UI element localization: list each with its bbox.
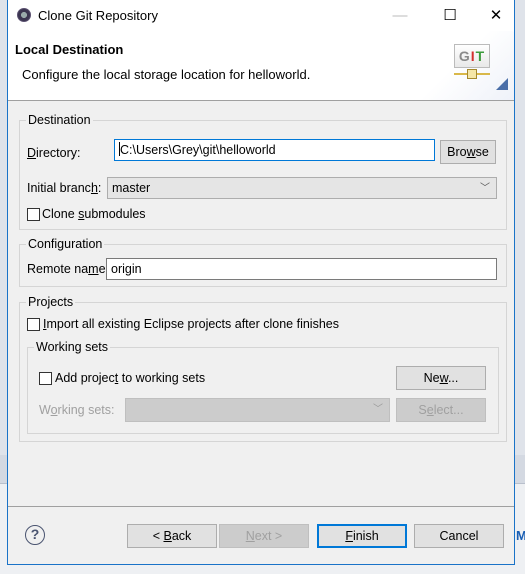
- import-projects-label[interactable]: Import all existing Eclipse projects aft…: [43, 317, 339, 331]
- browse-button[interactable]: Browse: [440, 140, 496, 164]
- browse-label-pre: Bro: [447, 145, 467, 159]
- working-sets-label-pre: W: [39, 403, 51, 417]
- add-to-working-sets-label-pre: Add projec: [55, 371, 115, 385]
- eclipse-app-icon: [17, 8, 31, 22]
- window-title: Clone Git Repository: [38, 8, 158, 23]
- initial-branch-label: Initial branch:: [27, 181, 101, 195]
- new-label-post: ...: [447, 371, 459, 385]
- clone-submodules-checkbox[interactable]: [27, 208, 40, 221]
- directory-label-mnemonic: D: [27, 146, 37, 160]
- page-title: Local Destination: [15, 42, 124, 57]
- remote-name-label-pre: Remote na: [27, 262, 89, 276]
- chevron-down-icon: ﹀: [480, 183, 490, 194]
- maximize-button[interactable]: ☐: [428, 0, 472, 31]
- select-label-mnemonic: e: [426, 403, 434, 417]
- wizard-header: Local Destination Configure the local st…: [8, 31, 514, 101]
- working-sets-label-post: rking sets:: [57, 403, 115, 417]
- select-label-post: lect...: [433, 403, 464, 417]
- cancel-button[interactable]: Cancel: [414, 524, 504, 548]
- new-label-mnemonic: w: [439, 371, 448, 385]
- working-sets-label: Working sets:: [39, 403, 115, 417]
- working-sets-label-mnemonic: o: [50, 403, 58, 417]
- directory-value: C:\Users\Grey\git\helloworld: [120, 143, 276, 157]
- new-label-pre: Ne: [423, 371, 440, 385]
- select-label-pre: S: [418, 403, 427, 417]
- clone-submodules-label[interactable]: Clone submodules: [42, 207, 146, 221]
- git-logo-node: [467, 69, 477, 79]
- remote-name-input[interactable]: origin: [106, 258, 497, 280]
- git-logo-t: T: [475, 48, 486, 64]
- next-label-post: ext >: [254, 529, 283, 543]
- page-description: Configure the local storage location for…: [22, 67, 311, 82]
- minimize-button[interactable]: —: [378, 0, 422, 31]
- clone-submodules-label-pre: Clone: [42, 207, 79, 221]
- next-label-mnemonic: N: [245, 529, 255, 543]
- remote-name-label-mnemonic: m: [88, 262, 99, 276]
- git-logo-corner: [496, 78, 508, 90]
- directory-label: Directory:: [27, 146, 80, 160]
- initial-branch-label-pre: Initial branc: [27, 181, 91, 195]
- remote-name-value: origin: [111, 262, 142, 276]
- remote-name-label: Remote name:: [27, 262, 109, 276]
- working-sets-group-label: Working sets: [34, 340, 111, 354]
- title-bar[interactable]: Clone Git Repository — ☐ ✕: [8, 0, 514, 31]
- clone-submodules-label-post: ubmodules: [84, 207, 146, 221]
- import-projects-label-text: mport all existing Eclipse projects afte…: [46, 317, 339, 331]
- select-working-sets-button[interactable]: Select...: [396, 398, 486, 422]
- new-working-set-button[interactable]: New...: [396, 366, 486, 390]
- browse-label-post: se: [475, 145, 489, 159]
- back-label-mnemonic: B: [163, 529, 172, 543]
- add-to-working-sets-label[interactable]: Add project to working sets: [55, 371, 205, 385]
- add-to-working-sets-checkbox[interactable]: [39, 372, 52, 385]
- git-logo-icon: GIT: [454, 44, 490, 68]
- destination-group-label: Destination: [26, 113, 93, 127]
- back-label-post: ack: [171, 529, 192, 543]
- initial-branch-value: master: [112, 181, 151, 195]
- initial-branch-label-post: :: [97, 181, 102, 195]
- initial-branch-select[interactable]: master ﹀: [107, 177, 497, 199]
- close-button[interactable]: ✕: [474, 0, 518, 31]
- back-label-pre: <: [152, 529, 164, 543]
- configuration-group-label: Configuration: [26, 237, 105, 251]
- back-button[interactable]: < Back: [127, 524, 217, 548]
- git-logo-g: G: [458, 48, 471, 64]
- directory-label-text: irectory:: [36, 146, 81, 160]
- next-button[interactable]: Next >: [219, 524, 309, 548]
- working-sets-select[interactable]: ﹀: [125, 398, 390, 422]
- initial-branch-label-mnemonic: h: [90, 181, 98, 195]
- import-projects-checkbox[interactable]: [27, 318, 40, 331]
- background-app-text: M: [516, 528, 525, 543]
- projects-group-label: Projects: [26, 295, 76, 309]
- finish-button[interactable]: Finish: [317, 524, 407, 548]
- finish-label-post: inish: [352, 529, 379, 543]
- add-to-working-sets-label-post: to working sets: [118, 371, 206, 385]
- chevron-down-icon: ﹀: [373, 404, 383, 415]
- finish-label-mnemonic: F: [345, 529, 353, 543]
- help-icon[interactable]: ?: [25, 525, 45, 545]
- browse-label-mnemonic: w: [466, 145, 476, 159]
- clone-git-repository-dialog: Clone Git Repository — ☐ ✕ Local Destina…: [7, 0, 515, 565]
- footer-separator: [8, 506, 514, 507]
- directory-input[interactable]: C:\Users\Grey\git\helloworld: [114, 139, 435, 161]
